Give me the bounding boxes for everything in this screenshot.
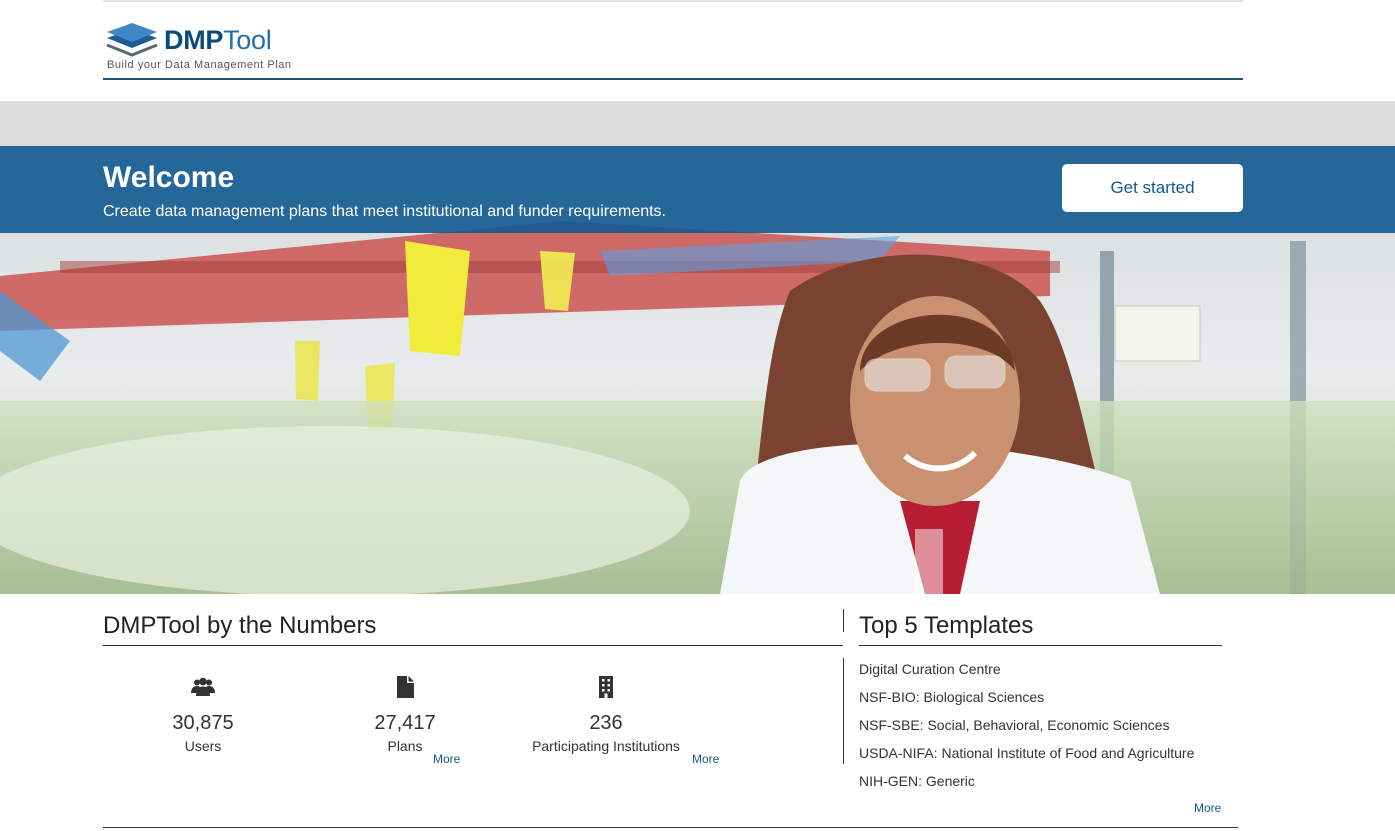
column-divider-top: [843, 609, 844, 632]
building-icon: [599, 676, 613, 698]
file-icon: [397, 676, 414, 698]
users-icon: [191, 677, 215, 696]
welcome-subtitle: Create data management plans that meet i…: [103, 203, 666, 220]
template-link[interactable]: NSF-BIO: Biological Sciences: [859, 688, 1044, 706]
template-link[interactable]: USDA-NIFA: National Institute of Food an…: [859, 744, 1194, 762]
template-link[interactable]: Digital Curation Centre: [859, 660, 1001, 678]
logo-word-bold: DMP: [164, 25, 224, 55]
users-label: Users: [184, 738, 222, 754]
welcome-heading: Welcome: [103, 161, 235, 194]
institutions-more-link[interactable]: More: [692, 752, 719, 766]
numbers-section-title: DMPTool by the Numbers: [103, 612, 377, 639]
column-divider-bottom: [843, 658, 844, 764]
get-started-button[interactable]: Get started: [1062, 164, 1243, 212]
institutions-label: Participating Institutions: [532, 738, 680, 754]
templates-section-title: Top 5 Templates: [859, 612, 1034, 639]
header-divider: [103, 78, 1243, 80]
hero-section: Welcome Create data management plans tha…: [0, 101, 1395, 594]
plans-label: Plans: [387, 738, 423, 754]
footer-divider: [103, 827, 1238, 828]
logo-wordmark: DMPTool: [164, 25, 272, 55]
plans-count: 27,417: [374, 712, 436, 734]
users-count: 30,875: [172, 712, 234, 734]
logo-word-light: Tool: [223, 25, 272, 55]
stacked-layers-icon: [106, 23, 158, 57]
template-link[interactable]: NSF-SBE: Social, Behavioral, Economic Sc…: [859, 716, 1169, 734]
numbers-title-divider: [103, 645, 843, 646]
dmptool-logo[interactable]: DMPTool Build your Data Management Plan: [104, 22, 294, 74]
template-link[interactable]: NIH-GEN: Generic: [859, 772, 975, 790]
templates-more-link[interactable]: More: [1194, 801, 1221, 815]
logo-tagline: Build your Data Management Plan: [107, 59, 292, 71]
plans-more-link[interactable]: More: [433, 752, 460, 766]
templates-title-divider: [859, 645, 1222, 646]
top-divider: [103, 0, 1243, 2]
institutions-count: 236: [589, 712, 623, 734]
